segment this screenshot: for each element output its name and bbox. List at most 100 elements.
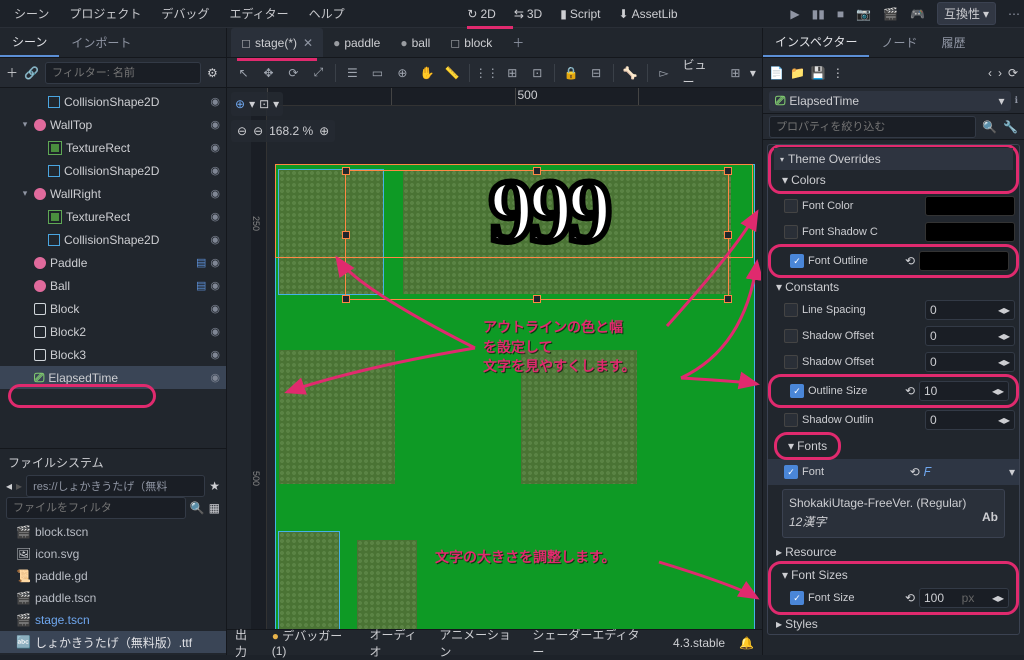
script-indicator-icon[interactable]: ▤ <box>196 279 206 292</box>
menu-help[interactable]: ヘルプ <box>299 0 355 27</box>
visibility-icon[interactable]: ◉ <box>210 302 220 315</box>
path-input[interactable] <box>26 475 205 497</box>
tree-item[interactable]: Ball▤◉ <box>0 274 226 297</box>
override-camera-icon[interactable]: ▻ <box>654 62 675 84</box>
center-view-icon[interactable]: ⊕ <box>235 97 245 111</box>
scene-tab[interactable]: ●ball <box>390 28 440 57</box>
shadow-outline-check[interactable] <box>784 413 798 427</box>
tree-item[interactable]: CollisionShape2D◉ <box>0 90 226 113</box>
tree-item[interactable]: TextureRect◉ <box>0 205 226 228</box>
shadow-y-value[interactable]: 0◂▸ <box>925 352 1015 372</box>
move-tool[interactable]: ✥ <box>258 62 279 84</box>
tree-item[interactable]: Block2◉ <box>0 320 226 343</box>
prev-icon[interactable]: ‹ <box>988 66 992 80</box>
font-color-swatch[interactable] <box>925 196 1015 216</box>
file-filter-input[interactable] <box>6 497 186 519</box>
select-tool[interactable]: ↖ <box>233 62 254 84</box>
scene-tab[interactable]: ◻block <box>440 28 502 57</box>
tree-item[interactable]: CollisionShape2D◉ <box>0 228 226 251</box>
line-spacing-check[interactable] <box>784 303 798 317</box>
shadow-outline-value[interactable]: 0◂▸ <box>925 410 1015 430</box>
visibility-icon[interactable]: ◉ <box>210 279 220 292</box>
visibility-icon[interactable]: ◉ <box>210 233 220 246</box>
font-color-check[interactable] <box>784 199 798 213</box>
menu-debug[interactable]: デバッグ <box>151 0 219 27</box>
shadow-x-check[interactable] <box>784 329 798 343</box>
zoom-reset-icon[interactable]: ⊖ <box>253 124 263 138</box>
scale-tool[interactable]: ⤢ <box>308 62 329 84</box>
list-select-icon[interactable]: ☰ <box>342 62 363 84</box>
snap-icon[interactable]: ⊡ <box>259 97 269 111</box>
folder-icon[interactable]: 📁 <box>790 66 805 80</box>
visibility-icon[interactable]: ◉ <box>210 210 220 223</box>
search-icon[interactable]: 🔍 <box>982 120 997 134</box>
play-custom-button[interactable]: 🎮 <box>910 7 925 21</box>
visibility-icon[interactable]: ◉ <box>210 141 220 154</box>
revert-icon[interactable]: ⟲ <box>905 384 915 398</box>
nav-fwd-icon[interactable]: ▸ <box>16 479 22 493</box>
pivot-tool[interactable]: ⊕ <box>392 62 413 84</box>
group-font-sizes[interactable]: ▾ Font Sizes <box>774 565 1013 585</box>
font-shadow-swatch[interactable] <box>925 222 1015 242</box>
revert-icon[interactable]: ⟲ <box>905 591 915 605</box>
outline-size-value[interactable]: 10◂▸ <box>919 381 1009 401</box>
workspace-assetlib[interactable]: ⬇AssetLib <box>619 7 678 21</box>
tree-item[interactable]: ⎚ElapsedTime◉ <box>0 366 226 389</box>
property-filter-input[interactable] <box>769 116 976 138</box>
shadow-y-check[interactable] <box>784 355 798 369</box>
snap-config-icon[interactable]: ⊡ <box>527 62 548 84</box>
file-item[interactable]: 🎬stage.tscn <box>0 609 226 631</box>
group-icon[interactable]: ⊟ <box>586 62 607 84</box>
view-menu[interactable]: ビュー <box>683 56 717 90</box>
file-item[interactable]: 🎬paddle.tscn <box>0 587 226 609</box>
line-spacing-value[interactable]: 0◂▸ <box>925 300 1015 320</box>
revert-icon[interactable]: ⟲ <box>905 254 915 268</box>
tree-item[interactable]: Block◉ <box>0 297 226 320</box>
play-scene-button[interactable]: 🎬 <box>883 7 898 21</box>
renderer-dropdown[interactable]: 互換性▾ <box>937 2 996 25</box>
workspace-script[interactable]: ▮Script <box>560 7 600 21</box>
inspected-node[interactable]: ⎚ ElapsedTime ▾ <box>769 91 1011 111</box>
visibility-icon[interactable]: ◉ <box>210 325 220 338</box>
add-node-button[interactable]: ＋ <box>6 64 18 81</box>
dropdown-icon[interactable]: ▾ <box>249 97 255 111</box>
menu-scene[interactable]: シーン <box>4 0 59 27</box>
visibility-icon[interactable]: ◉ <box>210 118 220 131</box>
favorite-icon[interactable]: ★ <box>209 479 220 493</box>
tree-item[interactable]: Block3◉ <box>0 343 226 366</box>
tree-item[interactable]: Paddle▤◉ <box>0 251 226 274</box>
play-button[interactable]: ▶ <box>790 7 799 21</box>
tab-node[interactable]: ノード <box>869 28 929 57</box>
menu-project[interactable]: プロジェクト <box>59 0 151 27</box>
filter-icon[interactable]: ⚙ <box>207 66 218 80</box>
font-outline-check[interactable]: ✓ <box>790 254 804 268</box>
bone-icon[interactable]: 🦴 <box>620 62 641 84</box>
scene-tab[interactable]: ●paddle <box>323 28 390 57</box>
font-size-value[interactable]: 100px◂▸ <box>919 588 1009 608</box>
snap-options-icon[interactable]: ⋮⋮ <box>476 62 498 84</box>
more-icon[interactable]: ⋮ <box>832 66 844 80</box>
notification-icon[interactable]: 🔔 <box>739 636 754 650</box>
script-indicator-icon[interactable]: ▤ <box>196 256 206 269</box>
rotate-tool[interactable]: ⟳ <box>283 62 304 84</box>
nav-back-icon[interactable]: ◂ <box>6 479 12 493</box>
visibility-icon[interactable]: ◉ <box>210 348 220 361</box>
ruler-tool[interactable]: 📏 <box>442 62 463 84</box>
rect-tool[interactable]: ▭ <box>367 62 388 84</box>
font-type-icon[interactable]: 𝐹 <box>924 465 931 480</box>
menu-editor[interactable]: エディター <box>219 0 298 27</box>
zoom-level[interactable]: 168.2 % <box>269 124 313 138</box>
close-icon[interactable]: ✕ <box>303 36 313 50</box>
next-icon[interactable]: › <box>998 66 1002 80</box>
file-item[interactable]: 🎬block.tscn <box>0 521 226 543</box>
history-icon[interactable]: ⟳ <box>1008 66 1018 80</box>
file-item[interactable]: 🔤しょかきうたげ（無料版）.ttf <box>0 631 226 653</box>
tree-item[interactable]: ▾WallTop◉ <box>0 113 226 136</box>
pause-button[interactable]: ▮▮ <box>812 7 825 21</box>
group-theme-overrides[interactable]: ▾Theme Overrides <box>774 148 1013 170</box>
file-item[interactable]: 🖼icon.svg <box>0 543 226 565</box>
zoom-in-icon[interactable]: ⊕ <box>319 124 329 138</box>
file-item[interactable]: 📜paddle.gd <box>0 565 226 587</box>
font-outline-swatch[interactable] <box>919 251 1009 271</box>
lock-icon[interactable]: 🔒 <box>561 62 582 84</box>
